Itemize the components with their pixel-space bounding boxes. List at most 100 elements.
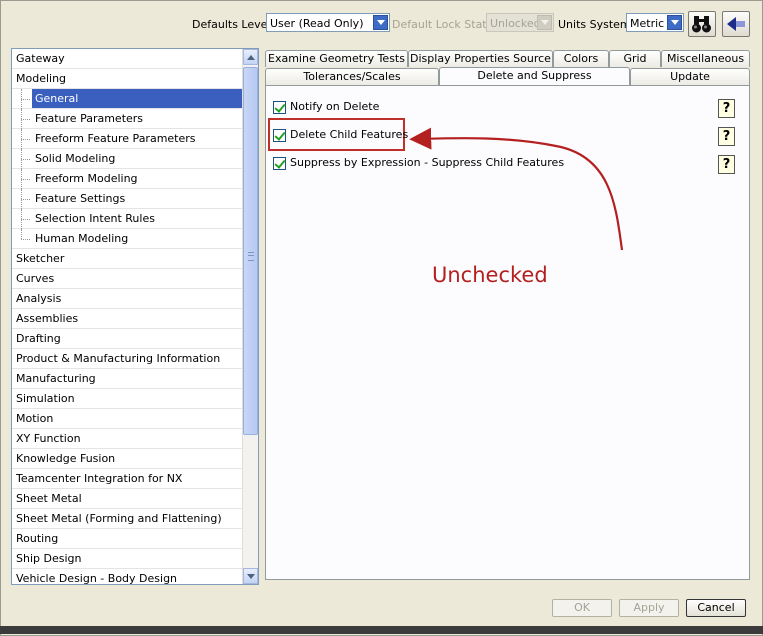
tree-item-label: Assemblies <box>16 312 79 325</box>
category-tree[interactable]: Gateway Modeling General Feature Parameters… <box>11 48 259 585</box>
cancel-button[interactable]: Cancel <box>686 599 746 617</box>
tree-item-label: Analysis <box>16 292 62 305</box>
ok-button[interactable]: OK <box>552 599 612 617</box>
chevron-down-icon[interactable] <box>373 15 388 30</box>
tree-item-label: XY Function <box>16 432 81 445</box>
tree-item-label: Sheet Metal <box>16 492 82 505</box>
tree-item-label: Freeform Feature Parameters <box>35 132 196 145</box>
tree-item[interactable]: General <box>12 89 243 109</box>
tree-item-label: Routing <box>16 532 59 545</box>
taskbar-strip <box>0 626 763 634</box>
tree-item[interactable]: Sheet Metal (Forming and Flattening) <box>12 509 243 529</box>
default-lock-state-value: Unlocked <box>490 17 541 30</box>
tab-tolerances-scales[interactable]: Tolerances/Scales <box>265 68 439 85</box>
tree-item-label: Teamcenter Integration for NX <box>16 472 183 485</box>
tree-item[interactable]: Sheet Metal <box>12 489 243 509</box>
tree-item[interactable]: Human Modeling <box>12 229 243 249</box>
tree-item-label: Sketcher <box>16 252 65 265</box>
defaults-level-select[interactable]: User (Read Only) <box>266 13 390 32</box>
tree-item[interactable]: Assemblies <box>12 309 243 329</box>
tree-scrollbar[interactable] <box>242 49 258 584</box>
tree-item-label: Solid Modeling <box>35 152 116 165</box>
scroll-down-button[interactable] <box>243 568 258 584</box>
tree-item[interactable]: Drafting <box>12 329 243 349</box>
tree-item-label: Simulation <box>16 392 75 405</box>
tree-item[interactable]: Vehicle Design - Body Design <box>12 569 243 585</box>
tree-item[interactable]: Modeling <box>12 69 243 89</box>
tab-update[interactable]: Update <box>630 68 750 85</box>
tree-item-label: Feature Settings <box>35 192 126 205</box>
navigate-button[interactable] <box>722 11 750 37</box>
tree-item-label: Manufacturing <box>16 372 96 385</box>
defaults-level-label: Defaults Level <box>192 18 271 31</box>
delete-and-suppress-panel: Notify on Delete ? Delete Child Features… <box>265 85 750 580</box>
apply-button[interactable]: Apply <box>619 599 679 617</box>
tab-miscellaneous[interactable]: Miscellaneous <box>661 50 750 67</box>
tree-connector <box>21 139 30 140</box>
tab-colors[interactable]: Colors <box>553 50 609 67</box>
tree-connector <box>21 159 30 160</box>
tree-item-label: Drafting <box>16 332 61 345</box>
tree-connector <box>21 199 30 200</box>
tree-item[interactable]: Ship Design <box>12 549 243 569</box>
tree-connector <box>21 119 30 120</box>
tree-item[interactable]: Feature Settings <box>12 189 243 209</box>
tree-item[interactable]: Simulation <box>12 389 243 409</box>
scroll-up-button[interactable] <box>243 49 258 65</box>
arrow-navigate-icon <box>727 17 745 31</box>
annotation-arrow-icon <box>409 127 624 251</box>
tab-grid[interactable]: Grid <box>609 50 661 67</box>
customer-defaults-dialog: Defaults Level User (Read Only) Default … <box>0 0 763 636</box>
tree-item-label: General <box>32 89 243 108</box>
tree-item[interactable]: Sketcher <box>12 249 243 269</box>
tree-connector <box>21 239 30 240</box>
tree-item-label: Selection Intent Rules <box>35 212 155 225</box>
tree-item[interactable]: Knowledge Fusion <box>12 449 243 469</box>
tree-item[interactable]: Product & Manufacturing Information <box>12 349 243 369</box>
tree-connector <box>21 99 30 100</box>
binoculars-icon <box>692 16 711 33</box>
tree-item-label: Human Modeling <box>35 232 129 245</box>
tree-item-label: Motion <box>16 412 54 425</box>
tree-item[interactable]: Analysis <box>12 289 243 309</box>
tree-item[interactable]: Selection Intent Rules <box>12 209 243 229</box>
scroll-thumb[interactable] <box>243 67 258 435</box>
tree-item[interactable]: Teamcenter Integration for NX <box>12 469 243 489</box>
defaults-level-value: User (Read Only) <box>270 17 364 30</box>
tree-item[interactable]: Freeform Feature Parameters <box>12 129 243 149</box>
tree-item[interactable]: Motion <box>12 409 243 429</box>
chevron-down-icon <box>537 15 552 30</box>
tree-item[interactable]: Solid Modeling <box>12 149 243 169</box>
tree-item-label: Sheet Metal (Forming and Flattening) <box>16 512 222 525</box>
tab-examine-geometry-tests[interactable]: Examine Geometry Tests <box>265 50 408 67</box>
tree-item-label: Modeling <box>16 72 67 85</box>
tree-item-label: Freeform Modeling <box>35 172 138 185</box>
tab-delete-and-suppress[interactable]: Delete and Suppress <box>439 67 630 86</box>
tree-item[interactable]: Routing <box>12 529 243 549</box>
tree-item-label: Gateway <box>16 52 65 65</box>
tree-connector <box>21 229 22 239</box>
tree-item-label: Ship Design <box>16 552 82 565</box>
annotation-label: Unchecked <box>432 263 548 287</box>
top-toolbar: Defaults Level User (Read Only) Default … <box>1 11 762 37</box>
tree-item-label: Knowledge Fusion <box>16 452 116 465</box>
find-button[interactable] <box>688 11 716 37</box>
tree-item[interactable]: Feature Parameters <box>12 109 243 129</box>
chevron-down-icon[interactable] <box>667 15 682 30</box>
tree-item[interactable]: Freeform Modeling <box>12 169 243 189</box>
tree-connector <box>21 219 30 220</box>
tree-item[interactable]: XY Function <box>12 429 243 449</box>
tree-connector <box>21 179 30 180</box>
units-system-select[interactable]: Metric <box>626 13 684 32</box>
tree-item-label: Feature Parameters <box>35 112 144 125</box>
tree-item[interactable]: Gateway <box>12 49 243 69</box>
tree-item[interactable]: Curves <box>12 269 243 289</box>
units-system-label: Units System <box>558 18 631 31</box>
units-system-value: Metric <box>630 17 665 30</box>
tree-item[interactable]: Manufacturing <box>12 369 243 389</box>
tab-display-properties-source[interactable]: Display Properties Source <box>408 50 553 67</box>
tree-item-label: Product & Manufacturing Information <box>16 352 221 365</box>
tree-item-label: Vehicle Design - Body Design <box>16 572 178 585</box>
tree-item-label: Curves <box>16 272 55 285</box>
default-lock-state-select: Unlocked <box>486 13 554 32</box>
